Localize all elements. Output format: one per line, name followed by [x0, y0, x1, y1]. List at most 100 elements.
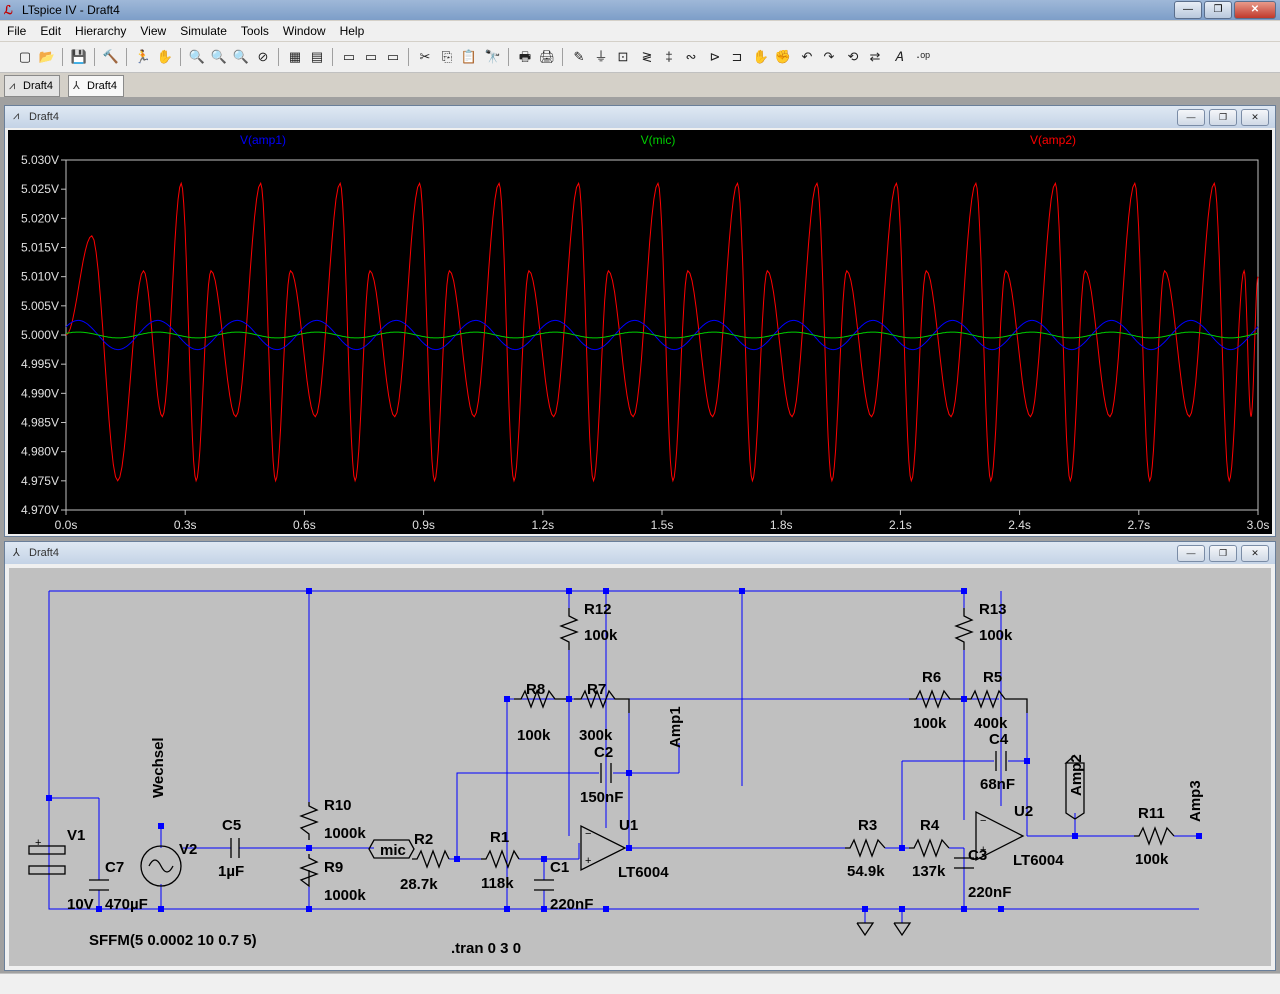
run-icon[interactable]: 🏃: [134, 48, 152, 66]
drag-icon[interactable]: ✊: [774, 48, 792, 66]
label-v1-value[interactable]: 10V: [67, 896, 94, 913]
component-icon[interactable]: ⊐: [728, 48, 746, 66]
zoom-cancel-icon[interactable]: ⊘: [254, 48, 272, 66]
label-sffm-directive[interactable]: SFFM(5 0.0002 10 0.7 5): [89, 932, 257, 949]
menu-file[interactable]: File: [0, 21, 33, 41]
resistor-icon[interactable]: ≷: [638, 48, 656, 66]
label-c4-value[interactable]: 68nF: [980, 776, 1015, 793]
label-r12[interactable]: R12: [584, 601, 612, 618]
subwin-close-button[interactable]: ✕: [1241, 545, 1269, 562]
cut-icon[interactable]: ✂: [416, 48, 434, 66]
label-u1[interactable]: U1: [619, 817, 638, 834]
label-c1[interactable]: C1: [550, 859, 569, 876]
label-mic[interactable]: mic: [380, 842, 406, 859]
label-r10-value[interactable]: 1000k: [324, 825, 366, 842]
label-r3-value[interactable]: 54.9k: [847, 863, 885, 880]
label-r9[interactable]: R9: [324, 859, 343, 876]
paste-icon[interactable]: 📋: [460, 48, 478, 66]
label-r12-value[interactable]: 100k: [584, 627, 618, 644]
label-r6[interactable]: R6: [922, 669, 941, 686]
label-c2-value[interactable]: 150nF: [580, 789, 623, 806]
undo-icon[interactable]: ↶: [798, 48, 816, 66]
find-icon[interactable]: 🔭: [484, 48, 502, 66]
zoom-pan-icon[interactable]: 🔍: [210, 48, 228, 66]
label-c4[interactable]: C4: [989, 731, 1009, 748]
label-r6-value[interactable]: 100k: [913, 715, 947, 732]
label-r1[interactable]: R1: [490, 829, 509, 846]
label-v2[interactable]: V2: [179, 841, 197, 858]
capacitor-icon[interactable]: ‡: [660, 48, 678, 66]
wire-icon[interactable]: ✎: [570, 48, 588, 66]
subwin-minimize-button[interactable]: —: [1177, 545, 1205, 562]
label-r5-value[interactable]: 400k: [974, 715, 1008, 732]
label-r10[interactable]: R10: [324, 797, 352, 814]
subwin-close-button[interactable]: ✕: [1241, 109, 1269, 126]
menu-tools[interactable]: Tools: [234, 21, 276, 41]
zoom-out-icon[interactable]: 🔍: [232, 48, 250, 66]
print-icon[interactable]: 🖨: [538, 48, 556, 66]
label-amp2[interactable]: Amp2: [1068, 754, 1085, 796]
label-r11-value[interactable]: 100k: [1135, 851, 1169, 868]
open-icon[interactable]: 📂: [38, 48, 56, 66]
label-v1[interactable]: V1: [67, 827, 85, 844]
label-c5-value[interactable]: 1µF: [218, 863, 244, 880]
menu-window[interactable]: Window: [276, 21, 333, 41]
rotate-icon[interactable]: ⟲: [844, 48, 862, 66]
menu-view[interactable]: View: [133, 21, 173, 41]
print-setup-icon[interactable]: 🖶: [516, 48, 534, 66]
redo-icon[interactable]: ↷: [820, 48, 838, 66]
copy-icon[interactable]: ⎘: [438, 48, 456, 66]
label-amp1[interactable]: Amp1: [667, 706, 684, 748]
label-u2-value[interactable]: LT6004: [1013, 852, 1064, 869]
label-r11[interactable]: R11: [1138, 805, 1165, 822]
label-r8[interactable]: R8: [526, 681, 545, 698]
new-schematic-icon[interactable]: ▢: [16, 48, 34, 66]
maximize-button[interactable]: ❐: [1204, 1, 1232, 19]
label-r13[interactable]: R13: [979, 601, 1007, 618]
text-icon[interactable]: 𝐴: [890, 48, 908, 66]
label-u2[interactable]: U2: [1014, 803, 1033, 820]
menu-hierarchy[interactable]: Hierarchy: [68, 21, 133, 41]
label-r7[interactable]: R7: [587, 681, 606, 698]
label-r8-value[interactable]: 100k: [517, 727, 551, 744]
subwin-maximize-button[interactable]: ❐: [1209, 545, 1237, 562]
label-r7-value[interactable]: 300k: [579, 727, 613, 744]
label-c7[interactable]: C7: [105, 859, 124, 876]
label-wechsel[interactable]: Wechsel: [150, 737, 167, 798]
subwin-maximize-button[interactable]: ❐: [1209, 109, 1237, 126]
legend-vmic[interactable]: V(mic): [641, 133, 676, 147]
label-r2-value[interactable]: 28.7k: [400, 876, 438, 893]
label-r1-value[interactable]: 118k: [481, 875, 514, 892]
ground-icon[interactable]: ⏚: [592, 48, 610, 66]
label-r9-value[interactable]: 1000k: [324, 887, 366, 904]
minimize-button[interactable]: —: [1174, 1, 1202, 19]
zoom-in-icon[interactable]: 🔍: [188, 48, 206, 66]
label-c3-value[interactable]: 220nF: [968, 884, 1011, 901]
label-c7-value[interactable]: 470µF: [105, 896, 148, 913]
label-amp3[interactable]: Amp3: [1187, 780, 1204, 822]
autorange-icon[interactable]: ▦: [286, 48, 304, 66]
label-r4-value[interactable]: 137k: [912, 863, 946, 880]
halt-icon[interactable]: ✋: [156, 48, 174, 66]
close-button[interactable]: ✕: [1234, 1, 1276, 19]
schematic-canvas[interactable]: R12 100k R13 100k R8 100k R7 300k R6 100…: [9, 568, 1271, 966]
label-r5[interactable]: R5: [983, 669, 1002, 686]
label-r4[interactable]: R4: [920, 817, 940, 834]
subwin-minimize-button[interactable]: —: [1177, 109, 1205, 126]
legend-vamp2[interactable]: V(amp2): [1030, 133, 1076, 147]
label-c2[interactable]: C2: [594, 744, 613, 761]
label-c1-value[interactable]: 220nF: [550, 896, 593, 913]
legend-vamp1[interactable]: V(amp1): [240, 133, 286, 147]
menu-edit[interactable]: Edit: [33, 21, 68, 41]
cascade-icon[interactable]: ▭: [384, 48, 402, 66]
label-u1-value[interactable]: LT6004: [618, 864, 669, 881]
tile-horizontal-icon[interactable]: ▭: [362, 48, 380, 66]
save-icon[interactable]: 💾: [70, 48, 88, 66]
move-icon[interactable]: ✋: [752, 48, 770, 66]
tab-schematic[interactable]: ⅄ Draft4: [68, 75, 124, 97]
menu-help[interactable]: Help: [333, 21, 372, 41]
label-r13-value[interactable]: 100k: [979, 627, 1013, 644]
mirror-icon[interactable]: ⇄: [866, 48, 884, 66]
waveform-plot[interactable]: 5.030V 5.025V 5.020V 5.015V 5.010V 5.005V 5.00…: [8, 130, 1272, 534]
control-panel-icon[interactable]: 🔨: [102, 48, 120, 66]
